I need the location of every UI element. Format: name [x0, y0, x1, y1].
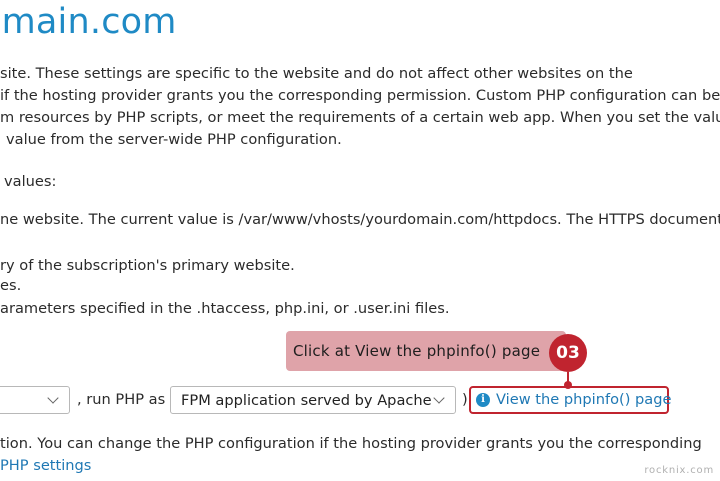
info-icon: i	[476, 393, 490, 407]
chevron-down-icon	[433, 392, 445, 404]
step-number-badge: 03	[549, 334, 587, 372]
run-php-label: , run PHP as	[77, 391, 166, 408]
description-line: site. These settings are specific to the…	[0, 65, 633, 82]
php-handler-select[interactable]: FPM application served by Apache	[170, 386, 456, 414]
php-settings-link[interactable]: PHP settings	[0, 457, 91, 474]
tutorial-callout: Click at View the phpinfo() page	[286, 331, 566, 371]
document-root-line: ne website. The current value is /var/ww…	[0, 211, 720, 228]
description-line: ry of the subscription's primary website…	[0, 257, 295, 274]
values-heading: values:	[4, 173, 57, 190]
description-line: value from the server-wide PHP configura…	[6, 131, 342, 148]
description-line: es.	[0, 277, 22, 294]
chevron-down-icon	[47, 392, 59, 404]
paren-close: )	[462, 391, 468, 408]
php-version-select[interactable]	[0, 386, 70, 414]
page-title: omain.com	[0, 2, 177, 42]
callout-text: Click at View the phpinfo() page	[293, 342, 541, 360]
description-line: if the hosting provider grants you the c…	[0, 87, 720, 104]
description-line: arameters specified in the .htaccess, ph…	[0, 300, 450, 317]
description-line: m resources by PHP scripts, or meet the …	[0, 109, 720, 126]
watermark: rocknix.com	[644, 465, 714, 476]
footer-text: tion. You can change the PHP configurati…	[0, 435, 702, 452]
view-phpinfo-link[interactable]: View the phpinfo() page	[496, 391, 671, 408]
